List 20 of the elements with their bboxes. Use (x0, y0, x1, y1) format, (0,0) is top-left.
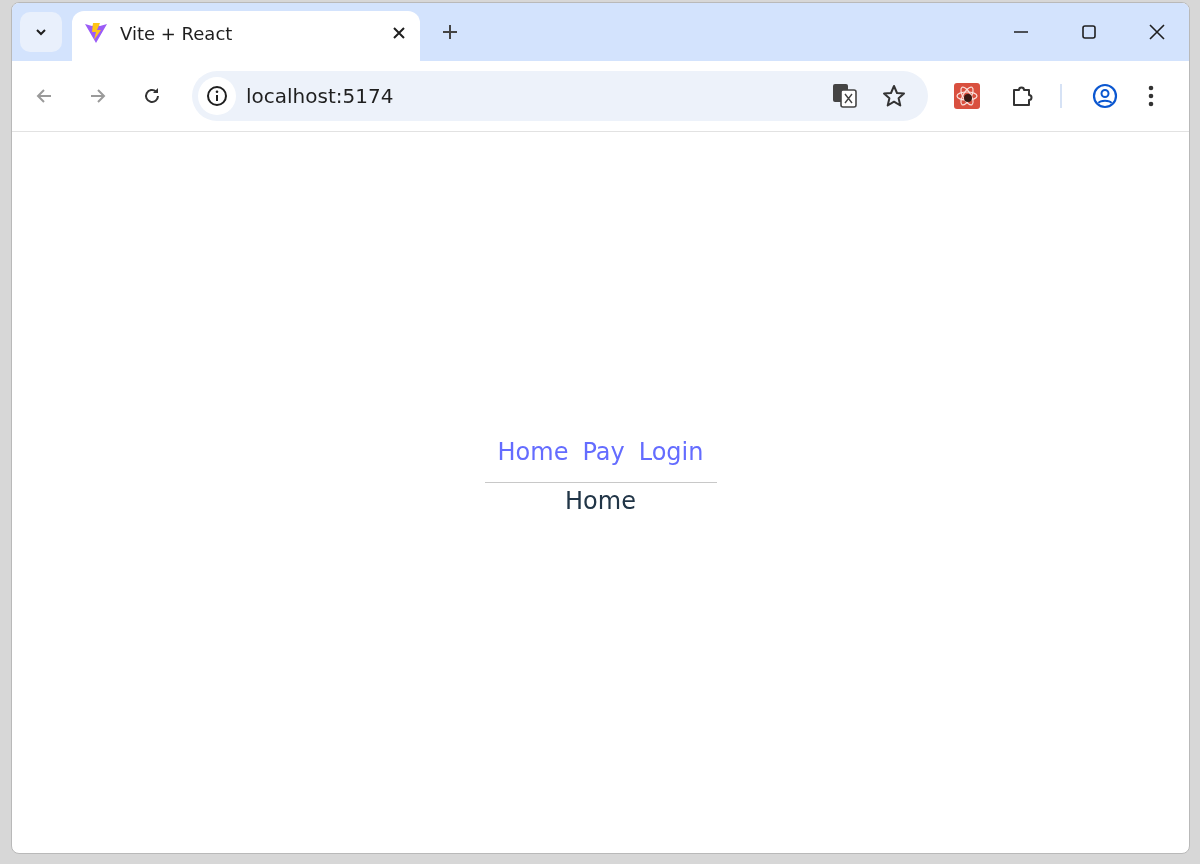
page-heading: Home (565, 487, 636, 515)
browser-tab[interactable]: Vite + React (72, 11, 420, 61)
new-tab-icon[interactable] (442, 24, 458, 40)
nav-link[interactable]: Home (497, 438, 569, 466)
nav-link[interactable]: Login (638, 438, 704, 466)
address-bar[interactable]: localhost:5174 (192, 71, 928, 121)
reload-icon[interactable] (142, 86, 162, 106)
close-tab-icon[interactable] (392, 26, 406, 40)
translate-icon[interactable] (832, 83, 858, 109)
menu-icon[interactable] (1148, 85, 1154, 107)
atom-extension-icon[interactable] (954, 83, 980, 109)
nav-link[interactable]: Pay (582, 438, 625, 466)
maximize-icon[interactable] (1081, 24, 1097, 40)
puzzle-piece-icon[interactable] (1010, 84, 1034, 108)
bookmark-star-icon[interactable] (882, 84, 906, 108)
lightning-logo-icon (84, 21, 108, 45)
profile-icon[interactable] (1092, 83, 1118, 109)
close-window-icon[interactable] (1149, 24, 1165, 40)
info-icon[interactable] (198, 77, 236, 115)
url-text: localhost:5174 (246, 84, 394, 108)
